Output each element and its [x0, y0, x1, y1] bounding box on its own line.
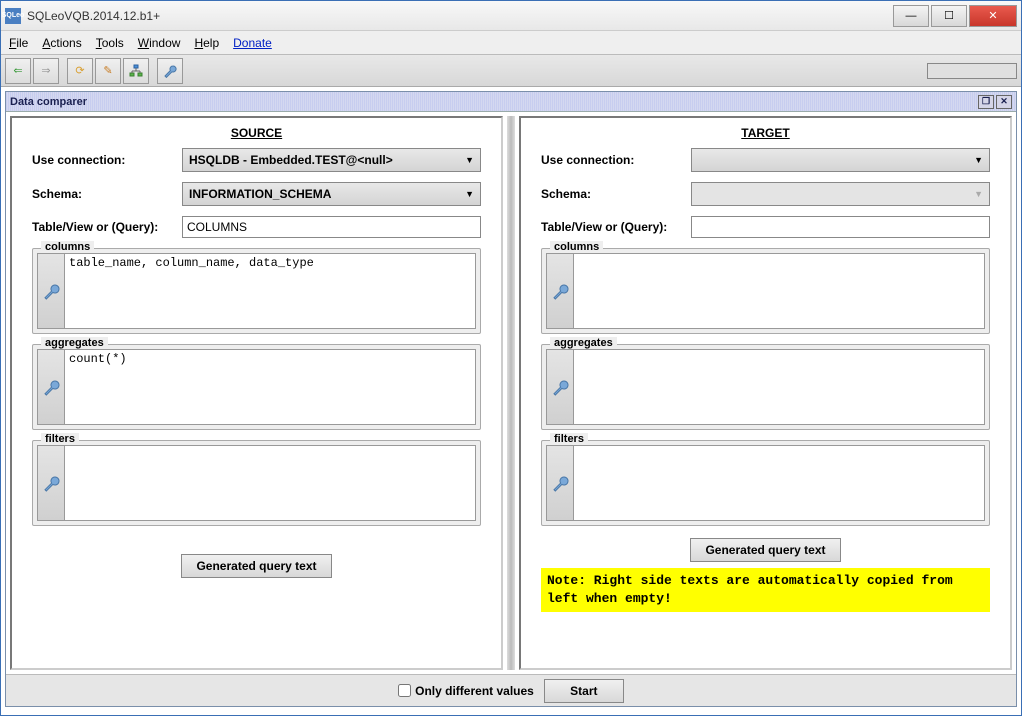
- target-filters-text[interactable]: [574, 445, 985, 521]
- subwindow-titlebar: Data comparer ❐ ✕: [6, 92, 1016, 112]
- target-columns-text[interactable]: [574, 253, 985, 329]
- source-connection-select[interactable]: HSQLDB - Embedded.TEST@<null>: [182, 148, 481, 172]
- menu-help[interactable]: Help: [194, 36, 219, 50]
- maximize-button[interactable]: ☐: [931, 5, 967, 27]
- start-button[interactable]: Start: [544, 679, 624, 703]
- source-aggregates-text[interactable]: [65, 349, 476, 425]
- source-aggregates-legend: aggregates: [41, 337, 108, 349]
- target-header: TARGET: [541, 126, 990, 140]
- source-table-label: Table/View or (Query):: [32, 220, 182, 234]
- pencil-icon: ✎: [103, 64, 112, 77]
- target-filters-legend: filters: [550, 433, 588, 445]
- window-title: SQLeoVQB.2014.12.b1+: [27, 9, 160, 23]
- target-generated-query-button[interactable]: Generated query text: [690, 538, 840, 562]
- source-connection-label: Use connection:: [32, 153, 182, 167]
- source-schema-select[interactable]: INFORMATION_SCHEMA: [182, 182, 481, 206]
- source-columns-config-button[interactable]: [37, 253, 65, 329]
- target-schema-select[interactable]: [691, 182, 990, 206]
- refresh-button[interactable]: ⟳: [67, 58, 93, 84]
- source-schema-label: Schema:: [32, 187, 182, 201]
- forward-button[interactable]: ⇒: [33, 58, 59, 84]
- data-comparer-window: Data comparer ❐ ✕ SOURCE Use connection:…: [5, 91, 1017, 707]
- window-titlebar: SQLeo SQLeoVQB.2014.12.b1+ — ☐ ✕: [1, 1, 1021, 31]
- back-button[interactable]: ⇐: [5, 58, 31, 84]
- source-filters-text[interactable]: [65, 445, 476, 521]
- source-filters-legend: filters: [41, 433, 79, 445]
- subwindow-title: Data comparer: [10, 96, 87, 108]
- source-table-input[interactable]: [182, 216, 481, 238]
- wrench-icon: [42, 378, 60, 396]
- tree-button[interactable]: [123, 58, 149, 84]
- progress-bar: [927, 63, 1017, 79]
- target-pane: TARGET Use connection: Schema: Table/Vie…: [519, 116, 1012, 670]
- target-table-input[interactable]: [691, 216, 990, 238]
- subwindow-close-button[interactable]: ✕: [996, 95, 1012, 109]
- target-columns-config-button[interactable]: [546, 253, 574, 329]
- wrench-icon: [42, 474, 60, 492]
- pane-splitter[interactable]: [507, 116, 515, 670]
- target-connection-label: Use connection:: [541, 153, 691, 167]
- subwindow-maximize-button[interactable]: ❐: [978, 95, 994, 109]
- wrench-icon: [551, 474, 569, 492]
- menu-tools[interactable]: Tools: [96, 36, 124, 50]
- source-columns-legend: columns: [41, 241, 94, 253]
- source-filters-config-button[interactable]: [37, 445, 65, 521]
- settings-button[interactable]: [157, 58, 183, 84]
- toolbar: ⇐ ⇒ ⟳ ✎: [1, 55, 1021, 87]
- source-generated-query-button[interactable]: Generated query text: [181, 554, 331, 578]
- target-connection-select[interactable]: [691, 148, 990, 172]
- source-header: SOURCE: [32, 126, 481, 140]
- target-aggregates-config-button[interactable]: [546, 349, 574, 425]
- target-aggregates-text[interactable]: [574, 349, 985, 425]
- refresh-icon: ⟳: [75, 64, 84, 77]
- bottom-bar: Only different values Start: [6, 674, 1016, 706]
- source-columns-text[interactable]: [65, 253, 476, 329]
- minimize-button[interactable]: —: [893, 5, 929, 27]
- target-schema-label: Schema:: [541, 187, 691, 201]
- source-pane: SOURCE Use connection: HSQLDB - Embedded…: [10, 116, 503, 670]
- menu-actions[interactable]: Actions: [42, 36, 81, 50]
- wrench-icon: [163, 64, 177, 78]
- close-button[interactable]: ✕: [969, 5, 1017, 27]
- arrow-left-icon: ⇐: [13, 64, 22, 77]
- edit-button[interactable]: ✎: [95, 58, 121, 84]
- only-different-checkbox-wrap[interactable]: Only different values: [398, 684, 534, 698]
- menu-bar: File Actions Tools Window Help Donate: [1, 31, 1021, 55]
- wrench-icon: [551, 282, 569, 300]
- target-aggregates-legend: aggregates: [550, 337, 617, 349]
- menu-file[interactable]: File: [9, 36, 28, 50]
- menu-window[interactable]: Window: [138, 36, 181, 50]
- arrow-right-icon: ⇒: [41, 64, 50, 77]
- only-different-label: Only different values: [415, 684, 534, 698]
- target-columns-legend: columns: [550, 241, 603, 253]
- target-note: Note: Right side texts are automatically…: [541, 568, 990, 612]
- app-icon: SQLeo: [5, 8, 21, 24]
- source-aggregates-config-button[interactable]: [37, 349, 65, 425]
- target-table-label: Table/View or (Query):: [541, 220, 691, 234]
- target-filters-config-button[interactable]: [546, 445, 574, 521]
- menu-donate[interactable]: Donate: [233, 36, 272, 50]
- wrench-icon: [42, 282, 60, 300]
- only-different-checkbox[interactable]: [398, 684, 411, 697]
- wrench-icon: [551, 378, 569, 396]
- tree-icon: [129, 64, 143, 78]
